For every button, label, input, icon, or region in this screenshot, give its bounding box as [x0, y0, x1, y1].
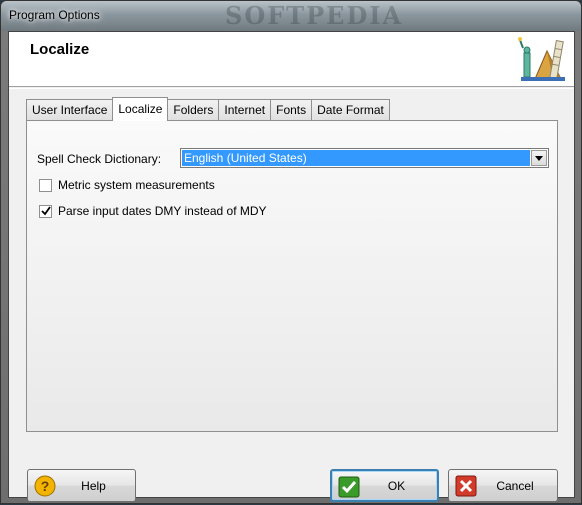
ok-label: OK — [387, 478, 406, 493]
tab-user-interface[interactable]: User Interface — [26, 99, 114, 120]
parse-dates-option[interactable]: Parse input dates DMY instead of MDY — [39, 203, 267, 219]
tab-internet[interactable]: Internet — [218, 99, 272, 120]
page-title: Localize — [30, 41, 90, 58]
parse-dates-checkbox[interactable] — [39, 204, 52, 218]
help-button[interactable]: ? Help — [27, 469, 136, 502]
title-bar[interactable]: Program Options SOFTPEDIA — [1, 1, 581, 31]
dialog-header: Localize — [9, 32, 574, 87]
dialog-body: User Interface Localize Folders Internet… — [9, 88, 574, 502]
world-landmarks-icon — [517, 35, 569, 85]
tab-localize[interactable]: Localize — [112, 97, 169, 121]
parse-dates-label: Parse input dates DMY instead of MDY — [58, 204, 267, 218]
program-options-window: Program Options SOFTPEDIA Localize User … — [0, 0, 582, 504]
ok-button[interactable]: OK — [330, 469, 439, 502]
tab-fonts[interactable]: Fonts — [270, 99, 313, 120]
metric-label: Metric system measurements — [58, 178, 215, 192]
window-title: Program Options — [9, 8, 100, 22]
cancel-button[interactable]: Cancel — [448, 469, 558, 502]
tab-folders[interactable]: Folders — [167, 99, 220, 120]
localize-panel: Spell Check Dictionary: English (United … — [26, 120, 558, 432]
spell-check-dropdown[interactable]: English (United States) — [180, 148, 549, 168]
dialog-buttons: ? Help OK Cancel — [9, 469, 574, 505]
spell-check-label: Spell Check Dictionary: — [37, 152, 162, 166]
metric-option[interactable]: Metric system measurements — [39, 177, 215, 193]
metric-checkbox[interactable] — [39, 178, 52, 192]
cancel-label: Cancel — [496, 478, 534, 493]
chevron-down-icon[interactable] — [531, 150, 547, 166]
dialog-client: Localize User Interface Localize Folders… — [8, 31, 575, 502]
tab-date-format[interactable]: Date Format — [311, 99, 390, 120]
spell-check-value: English (United States) — [182, 150, 530, 166]
tab-strip: User Interface Localize Folders Internet… — [26, 97, 390, 121]
help-label: Help — [81, 478, 106, 493]
watermark: SOFTPEDIA — [225, 1, 404, 30]
checkmark-icon — [40, 206, 51, 216]
